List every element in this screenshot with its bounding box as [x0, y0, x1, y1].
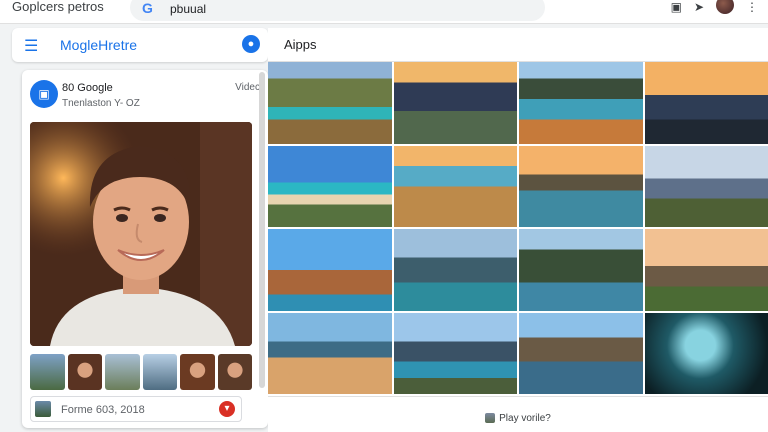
photo-tile[interactable]: [268, 62, 392, 144]
play-label: Play vorile?: [499, 413, 551, 424]
photo-tile[interactable]: [268, 229, 392, 311]
remove-icon[interactable]: ▾: [219, 401, 235, 417]
photo-tile[interactable]: [393, 62, 517, 144]
photo-tile[interactable]: [519, 145, 643, 227]
photo-grid: [268, 62, 768, 394]
search-input[interactable]: pbuual: [170, 2, 206, 16]
top-bar: Goplcers petros G pbuual ▣ ➤ ⋮: [0, 0, 768, 24]
card-tag: Videc: [235, 82, 260, 93]
thumbnail[interactable]: [180, 354, 215, 390]
play-icon: [485, 413, 496, 424]
send-icon[interactable]: ➤: [694, 1, 704, 13]
thumbnail[interactable]: [105, 354, 140, 390]
more-vert-icon[interactable]: ⋮: [746, 1, 758, 13]
card-avatar: ▣: [30, 80, 58, 108]
thumbnail-strip: [30, 354, 252, 390]
right-footer: Play vorile?: [268, 396, 768, 430]
top-actions: ▣ ➤ ⋮: [671, 0, 758, 14]
photo-tile[interactable]: [644, 145, 768, 227]
thumbnail[interactable]: [30, 354, 65, 390]
card-subtitle: Tnenlaston Y- OZ: [62, 98, 140, 109]
right-panel: Aipps Play vorile?: [268, 28, 768, 432]
play-link[interactable]: Play vorile?: [485, 413, 551, 424]
footer-text: Forme 603, 2018: [61, 404, 145, 416]
photo-tile[interactable]: [393, 229, 517, 311]
right-title: Aipps: [284, 37, 317, 52]
footer-thumbnail: [35, 401, 51, 417]
app-brand[interactable]: Goplcers petros: [12, 0, 104, 14]
photo-tile[interactable]: [393, 145, 517, 227]
right-header: Aipps: [268, 28, 768, 62]
search-box[interactable]: G pbuual: [130, 0, 545, 21]
left-panel: ☰ MogleHretre ● ▣ 80 Google Tnenlaston Y…: [12, 28, 268, 428]
left-header: ☰ MogleHretre ●: [12, 28, 268, 62]
thumbnail[interactable]: [67, 354, 102, 390]
card-footer[interactable]: Forme 603, 2018 ▾: [30, 396, 242, 422]
photo-tile[interactable]: [519, 229, 643, 311]
portrait-illustration: [30, 122, 252, 346]
photo-tile[interactable]: [268, 145, 392, 227]
post-card: ▣ 80 Google Tnenlaston Y- OZ Videc Forme…: [22, 70, 268, 428]
avatar[interactable]: [716, 0, 734, 14]
portrait-image[interactable]: [30, 122, 252, 346]
photo-tile[interactable]: [644, 229, 768, 311]
help-icon[interactable]: ▣: [671, 1, 682, 13]
photo-tile[interactable]: [268, 312, 392, 394]
photo-tile[interactable]: [519, 62, 643, 144]
chat-icon[interactable]: ●: [242, 35, 260, 53]
thumbnail[interactable]: [142, 354, 177, 390]
scrollbar[interactable]: [259, 72, 265, 388]
card-author[interactable]: 80 Google: [62, 82, 113, 94]
photo-tile[interactable]: [519, 312, 643, 394]
photo-tile[interactable]: [644, 312, 768, 394]
google-g-icon: G: [142, 0, 153, 16]
photo-tile[interactable]: [393, 312, 517, 394]
left-title: MogleHretre: [60, 37, 138, 53]
photo-tile[interactable]: [644, 62, 768, 144]
menu-icon[interactable]: ☰: [24, 36, 38, 56]
thumbnail[interactable]: [217, 354, 252, 390]
